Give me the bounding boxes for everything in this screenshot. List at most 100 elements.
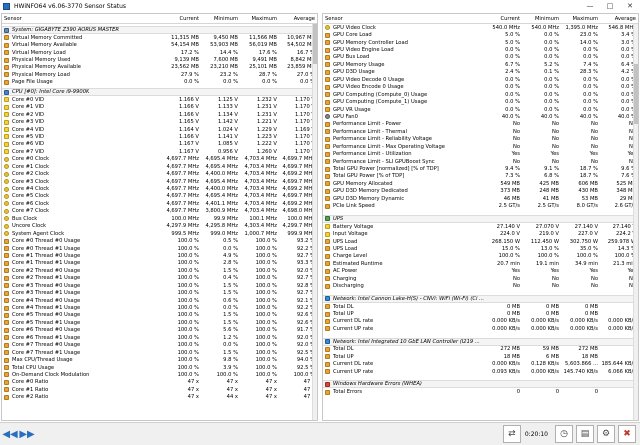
sensor-row[interactable]: Current DL rate 0.000 KB/s 0.128 KB/s 5,603… xyxy=(323,361,638,368)
sensor-row[interactable]: Core #3 Thread #1 Usage 100.0 % 1.5 % 100.0… xyxy=(2,289,317,296)
sensor-row[interactable]: Core #3 Thread #0 Usage 100.0 % 1.5 % 100.0… xyxy=(2,282,317,289)
gear-icon[interactable]: ⚙ xyxy=(597,425,615,443)
sensor-row[interactable]: GPU Bus Load 0.0 % 0.0 % 0.0 % 0.0 % xyxy=(323,54,638,61)
header-sensor[interactable]: Sensor xyxy=(323,16,483,22)
sensor-row[interactable]: Total GPU Power [% of TDP] 7.3 % 6.8 % 18.7… xyxy=(323,173,638,180)
sensor-row[interactable]: Physical Memory Used 9,139 MB 7,600 MB 9,49… xyxy=(2,56,317,63)
sensor-row[interactable]: Core #2 Thread #0 Usage 100.0 % 1.5 % 100.0… xyxy=(2,267,317,274)
sensor-row[interactable]: Total UP 18 MB 6 MB 18 MB xyxy=(323,353,638,360)
sensor-row[interactable]: Core #7 Thread #1 Usage 100.0 % 1.5 % 100.0… xyxy=(2,349,317,356)
header-current[interactable]: Current xyxy=(162,16,201,22)
sensor-row[interactable]: Core #1 Clock 4,697.7 MHz 4,695.4 MHz 4,703… xyxy=(2,163,317,170)
sensor-row[interactable]: GPU D3D Usage 2.4 % 0.1 % 28.3 % 4.2 % xyxy=(323,69,638,76)
sensor-row[interactable]: Core #0 Ratio 47 x 47 x 47 x 47 x xyxy=(2,379,317,386)
sensor-row[interactable]: On-Demand Clock Modulation 100.0 % 100.0 %… xyxy=(2,371,317,378)
sensor-row[interactable]: Performance Limit - SLI GPUBoost Sync No N… xyxy=(323,158,638,165)
sensor-row[interactable]: Core #3 Clock 4,697.7 MHz 4,695.4 MHz 4,703… xyxy=(2,178,317,185)
sensor-row[interactable]: PCIe Link Speed 2.5 GT/s 2.5 GT/s 8.0 GT/s 2… xyxy=(323,203,638,210)
sensor-row[interactable]: Virtual Memory Load 17.2 % 14.4 % 17.6 % 16.… xyxy=(2,49,317,56)
sensor-row[interactable]: Core #2 VID 1.166 V 1.134 V 1.231 V 1.170 V xyxy=(2,111,317,118)
sensor-row[interactable]: GPU Fan0 40.0 % 40.0 % 40.0 % 40.0 % xyxy=(323,113,638,120)
sensor-row[interactable]: Core #6 Clock 4,697.7 MHz 4,401.1 MHz 4,703… xyxy=(2,200,317,207)
sensor-row[interactable]: Physical Memory Available 23,562 MB 23,210… xyxy=(2,64,317,71)
sensor-row[interactable]: GPU Video Clock 540.0 MHz 540.0 MHz 1,395.0… xyxy=(323,24,638,31)
header-maximum[interactable]: Maximum xyxy=(561,16,600,22)
sensor-row[interactable]: Core #6 Thread #0 Usage 100.0 % 5.6 % 100.0… xyxy=(2,327,317,334)
sensor-row[interactable]: Core #0 Thread #1 Usage 100.0 % 0.0 % 100.0… xyxy=(2,245,317,252)
sensor-row[interactable]: Battery Voltage 27.140 V 27.070 V 27.140 V2… xyxy=(323,223,638,230)
sensor-group-header[interactable]: Network: Intel Cannon Lake-H(S) - CNVi: … xyxy=(323,294,638,303)
sensor-row[interactable]: Page File Usage 0.0 % 0.0 % 0.0 % 0.0 % xyxy=(2,79,317,86)
sensor-row[interactable]: Core #5 Thread #0 Usage 100.0 % 1.5 % 100.0… xyxy=(2,312,317,319)
sensor-row[interactable]: Core #4 Thread #0 Usage 100.0 % 0.6 % 100.0… xyxy=(2,297,317,304)
vertical-scrollbar[interactable] xyxy=(633,24,638,420)
sensor-row[interactable]: System Agent Clock 999.5 MHz 999.0 MHz 1,00… xyxy=(2,230,317,237)
sensor-row[interactable]: Core #5 VID 1.166 V 1.141 V 1.223 V 1.170 V xyxy=(2,133,317,140)
network-icon[interactable]: ⇄ xyxy=(502,425,521,443)
sensor-row[interactable]: Input Voltage 224.0 V 219.0 V 227.0 V 224.2 … xyxy=(323,230,638,237)
sensor-row[interactable]: Virtual Memory Committed 11,315 MB 9,450 M… xyxy=(2,34,317,41)
sensor-row[interactable]: Core #0 Clock 4,697.7 MHz 4,695.4 MHz 4,703… xyxy=(2,156,317,163)
sensor-group-header[interactable]: System: GIGABYTE Z390 AORUS MASTER xyxy=(2,26,317,34)
sensor-row[interactable]: Core #4 Thread #1 Usage 100.0 % 0.0 % 100.0… xyxy=(2,304,317,311)
sensor-group-header[interactable]: CPU [#0]: Intel Core i9-9900K xyxy=(2,88,317,97)
sensor-row[interactable]: Core #2 Thread #1 Usage 100.0 % 0.4 % 100.0… xyxy=(2,275,317,282)
sensor-row[interactable]: Performance Limit - ThermalNoNoNoNo xyxy=(323,128,638,135)
sensor-row[interactable]: Max CPU/Thread Usage 100.0 % 9.8 % 100.0 % 9… xyxy=(2,356,317,363)
sensor-row[interactable]: GPU Memory Allocated 549 MB 425 MB 606 MB 52… xyxy=(323,180,638,187)
sensor-row[interactable]: GPU Computing (Compute_0) Usage 0.0 % 0.0 … xyxy=(323,91,638,98)
sensor-row[interactable]: UPS Load 268.150 W 112.450 W 302.750 W 259.9… xyxy=(323,238,638,245)
sensor-row[interactable]: Core #6 Thread #1 Usage 100.0 % 1.2 % 100.0… xyxy=(2,334,317,341)
sensor-row[interactable]: Performance Limit - Utilization Yes Yes Yes… xyxy=(323,150,638,157)
sensor-row[interactable]: Total DL 0 MB 0 MB 0 MB xyxy=(323,303,638,310)
sensor-row[interactable]: Core #7 VID 1.167 V 0.956 V 1.260 V 1.170 V xyxy=(2,148,317,155)
sensor-row[interactable]: Core #5 Thread #1 Usage 100.0 % 1.5 % 100.0… xyxy=(2,319,317,326)
sensor-row[interactable]: Core #4 Clock 4,697.7 MHz 4,400.0 MHz 4,703… xyxy=(2,185,317,192)
sensor-row[interactable]: Core #0 Thread #0 Usage 100.0 % 0.5 % 100.0… xyxy=(2,237,317,244)
sensor-row[interactable]: Bus Clock 100.0 MHz 99.9 MHz 100.1 MHz 100.0… xyxy=(2,215,317,222)
header-minimum[interactable]: Minimum xyxy=(201,16,240,22)
sensor-row[interactable]: UPS Load 15.0 % 13.0 % 35.0 % 14.3 % xyxy=(323,245,638,252)
sensor-row[interactable]: GPU Video Encode 0 Usage 0.0 % 0.0 % 0.0 % 0… xyxy=(323,84,638,91)
header-minimum[interactable]: Minimum xyxy=(522,16,561,22)
sensor-row[interactable]: Total DL 272 MB 59 MB 272 MB xyxy=(323,346,638,353)
scrollbar-thumb[interactable] xyxy=(634,64,638,124)
header-maximum[interactable]: Maximum xyxy=(240,16,279,22)
sensor-table-left[interactable]: Sensor Current Minimum Maximum Average S… xyxy=(1,13,318,421)
sensor-row[interactable]: GPU D3D Memory Dedicated 373 MB 248 MB 430 … xyxy=(323,188,638,195)
sensor-row[interactable]: GPU Core Load 5.0 % 0.0 % 23.0 % 3.4 % xyxy=(323,31,638,38)
sensor-row[interactable]: Total UP 0 MB 0 MB 0 MB xyxy=(323,310,638,317)
sensor-row[interactable]: Total GPU Power [normalized] [% of TDP] 9… xyxy=(323,165,638,172)
sensor-row[interactable]: Core #1 VID 1.166 V 1.133 V 1.231 V 1.170 V xyxy=(2,104,317,111)
close-icon[interactable]: ✖ xyxy=(618,425,636,443)
sensor-row[interactable]: GPU Memory Controller Load 5.0 % 0.0 % 14.0… xyxy=(323,39,638,46)
sensor-row[interactable]: Performance Limit - Reliability Voltage N… xyxy=(323,136,638,143)
header-sensor[interactable]: Sensor xyxy=(2,16,162,22)
sensor-row[interactable]: AC Power Yes Yes Yes Yes xyxy=(323,268,638,275)
sensor-row[interactable]: Core #2 Clock 4,697.7 MHz 4,400.0 MHz 4,703… xyxy=(2,170,317,177)
sensor-group-header[interactable]: Network: Intel Integrated 10 GbE LAN Con… xyxy=(323,337,638,346)
sensor-row[interactable]: ChargingNoNoNoNo xyxy=(323,275,638,282)
sensor-row[interactable]: Core #3 VID 1.165 V 1.142 V 1.221 V 1.170 V xyxy=(2,118,317,125)
vertical-scrollbar[interactable] xyxy=(312,24,317,420)
sensor-row[interactable]: Total CPU Usage 100.0 % 3.9 % 100.0 % 92.5 % xyxy=(2,364,317,371)
sensor-row[interactable]: Core #4 VID 1.164 V 1.024 V 1.229 V 1.169 V xyxy=(2,126,317,133)
close-button[interactable]: ✕ xyxy=(620,0,640,12)
sensor-row[interactable]: Core #7 Thread #0 Usage 100.0 % 0.0 % 100.0… xyxy=(2,342,317,349)
sensor-row[interactable]: DischargingNoNoNoNo xyxy=(323,282,638,289)
header-average[interactable]: Average xyxy=(279,16,317,22)
sensor-row[interactable]: Core #6 VID 1.167 V 1.085 V 1.222 V 1.170 V xyxy=(2,141,317,148)
sensor-row[interactable]: Current UP rate 0.093 KB/s 0.000 KB/s 145.7… xyxy=(323,368,638,375)
sensor-row[interactable]: GPU VR Usage 0.0 % 0.0 % 0.0 % 0.0 % xyxy=(323,106,638,113)
sensor-row[interactable]: Performance Limit - PowerNoNoNoNo xyxy=(323,121,638,128)
sensor-row[interactable]: Performance Limit - Max Operating Voltag… xyxy=(323,143,638,150)
sensor-row[interactable]: Core #7 Clock 4,697.7 MHz 3,800.9 MHz 4,703… xyxy=(2,208,317,215)
sensor-group-header[interactable]: UPS xyxy=(323,214,638,223)
sensor-row[interactable]: GPU Computing (Compute_1) Usage 0.0 % 0.0 … xyxy=(323,98,638,105)
sensor-row[interactable]: Core #0 VID 1.166 V 1.125 V 1.232 V 1.170 V xyxy=(2,96,317,103)
sensor-row[interactable]: Current DL rate 0.000 KB/s 0.000 KB/s 0.000… xyxy=(323,318,638,325)
header-current[interactable]: Current xyxy=(483,16,522,22)
arrow-right-icon[interactable]: ▶▶ xyxy=(19,427,34,441)
sensor-row[interactable]: Physical Memory Load 27.9 % 23.2 % 28.7 % 27… xyxy=(2,71,317,78)
sensor-row[interactable]: Uncore Clock 4,297.9 MHz 4,295.8 MHz 4,303.… xyxy=(2,223,317,230)
